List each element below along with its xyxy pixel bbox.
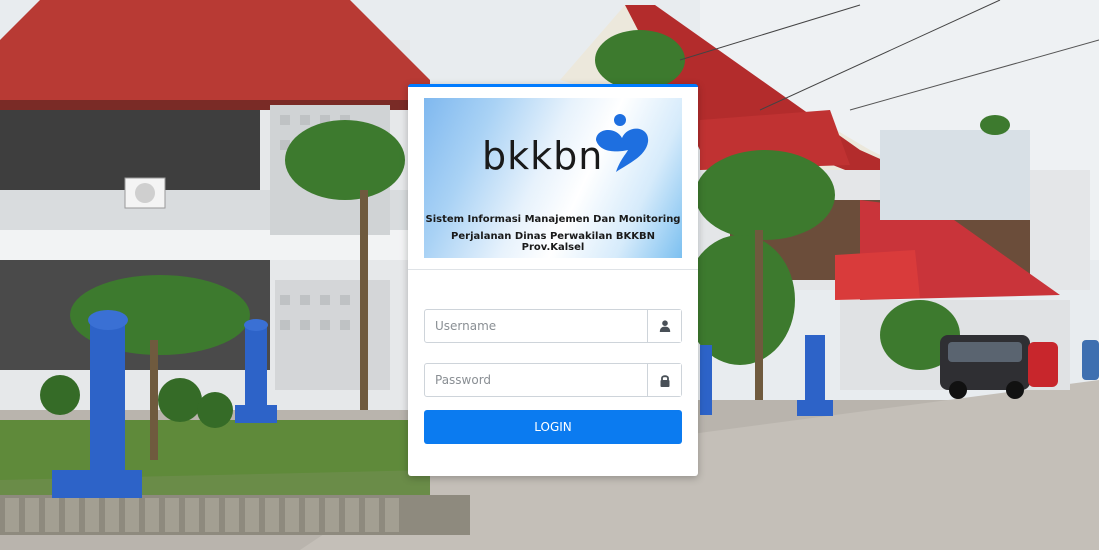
lock-icon — [660, 374, 669, 387]
bkkbn-logo-icon — [596, 114, 649, 172]
username-addon — [647, 310, 681, 342]
app-title-line2: Perjalanan Dinas Perwakilan BKKBN Prov.K… — [451, 231, 655, 253]
login-button[interactable]: LOGIN — [424, 410, 682, 444]
card-divider — [408, 269, 698, 270]
login-card: bkkbn Sistem Informasi Manajemen Dan Mon… — [408, 84, 698, 476]
app-title-line1: Sistem Informasi Manajemen Dan Monitorin… — [425, 214, 681, 225]
username-group — [424, 309, 682, 343]
password-group — [424, 363, 682, 397]
logo-banner: bkkbn Sistem Informasi Manajemen Dan Mon… — [424, 98, 682, 258]
brand-wordmark: bkkbn — [482, 134, 604, 178]
user-icon — [659, 320, 670, 332]
password-input[interactable] — [425, 364, 649, 396]
password-addon — [647, 364, 681, 396]
username-input[interactable] — [425, 310, 649, 342]
